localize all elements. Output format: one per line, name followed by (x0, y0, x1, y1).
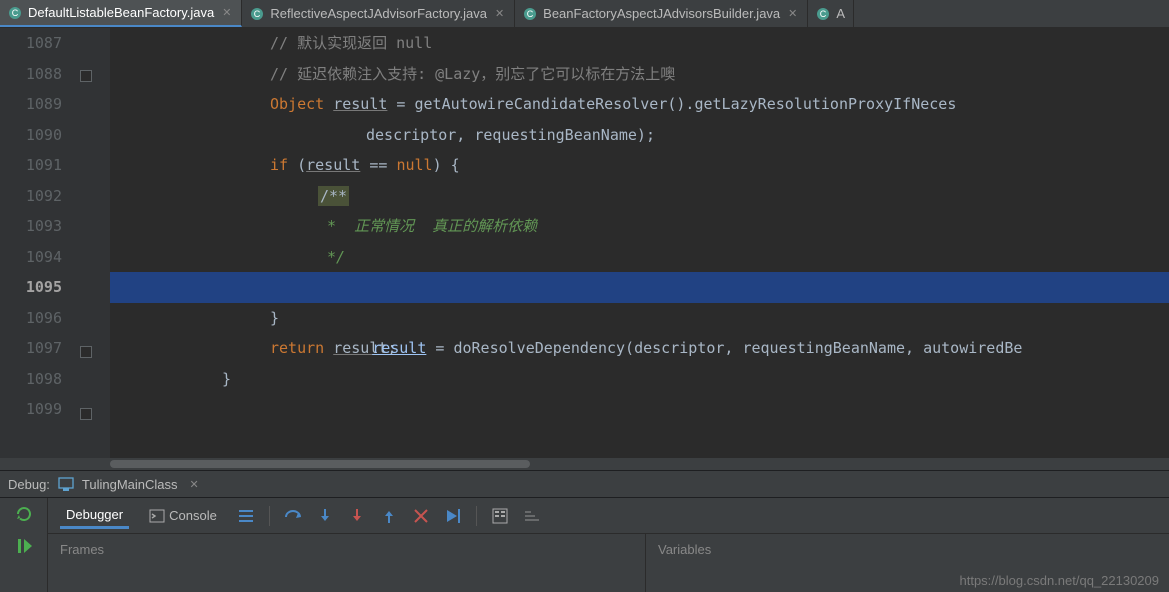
force-step-into-icon[interactable] (348, 507, 366, 525)
step-into-icon[interactable] (316, 507, 334, 525)
code-line: // 延迟依赖注入支持: @Lazy，别忘了它可以标在方法上噢 (110, 59, 1169, 90)
close-icon[interactable]: ✕ (786, 7, 799, 20)
code-line: } (110, 364, 1169, 395)
close-icon[interactable]: ✕ (493, 7, 506, 20)
svg-text:C: C (254, 9, 261, 19)
fold-marker-icon[interactable] (80, 346, 92, 358)
tab-label: BeanFactoryAspectJAdvisorsBuilder.java (543, 6, 780, 21)
file-tab-1[interactable]: C ReflectiveAspectJAdvisorFactory.java ✕ (242, 0, 515, 27)
line-number-gutter: 1087108810891090109110921093109410951096… (0, 28, 76, 458)
svg-text:C: C (820, 9, 827, 19)
evaluate-icon[interactable] (491, 507, 509, 525)
step-out-icon[interactable] (380, 507, 398, 525)
class-icon: C (250, 7, 264, 21)
debug-side-toolbar (0, 498, 48, 592)
step-over-icon[interactable] (284, 507, 302, 525)
tab-label: ReflectiveAspectJAdvisorFactory.java (270, 6, 487, 21)
variables-title: Variables (658, 542, 711, 557)
tab-label: DefaultListableBeanFactory.java (28, 5, 214, 20)
frames-title: Frames (60, 542, 104, 557)
close-icon[interactable]: ✕ (220, 6, 233, 19)
fold-marker-icon[interactable] (80, 70, 92, 82)
svg-text:C: C (527, 9, 534, 19)
file-tabs: C DefaultListableBeanFactory.java ✕ C Re… (0, 0, 1169, 28)
class-icon: C (523, 7, 537, 21)
close-icon[interactable]: ✕ (190, 478, 199, 491)
svg-text:C: C (12, 8, 19, 18)
code-line: */ (110, 242, 1169, 273)
file-tab-2[interactable]: C BeanFactoryAspectJAdvisorsBuilder.java… (515, 0, 808, 27)
code-line (110, 394, 1169, 425)
code-line: if (result == null) { (110, 150, 1169, 181)
file-tab-0[interactable]: C DefaultListableBeanFactory.java ✕ (0, 0, 242, 27)
code-line: } (110, 303, 1169, 334)
console-tab[interactable]: Console (143, 504, 223, 528)
watermark-text: https://blog.csdn.net/qq_22130209 (960, 573, 1160, 588)
fold-column (76, 28, 110, 458)
class-icon: C (816, 7, 830, 21)
scrollbar-thumb[interactable] (110, 460, 530, 468)
frames-panel[interactable]: Frames (48, 534, 646, 592)
rerun-icon[interactable] (14, 504, 34, 524)
code-area[interactable]: // 默认实现返回 null // 延迟依赖注入支持: @Lazy，别忘了它可以… (110, 28, 1169, 458)
run-config-icon (58, 476, 74, 492)
code-line: // 默认实现返回 null (110, 28, 1169, 59)
debug-toolwindow-header: Debug: TulingMainClass ✕ (0, 470, 1169, 498)
run-config-name[interactable]: TulingMainClass (82, 477, 178, 492)
tab-label: A (836, 6, 845, 21)
horizontal-scrollbar[interactable] (0, 458, 1169, 470)
debugger-tab[interactable]: Debugger (60, 503, 129, 529)
current-line: result = doResolveDependency(descriptor,… (110, 272, 1169, 303)
trace-icon[interactable] (523, 507, 541, 525)
debug-body: Debugger Console (0, 498, 1169, 592)
resume-icon[interactable] (14, 536, 34, 556)
debug-title: Debug: (8, 477, 50, 492)
file-tab-3[interactable]: C A (808, 0, 854, 27)
debugger-tabs: Debugger Console (48, 498, 1169, 534)
class-icon: C (8, 6, 22, 20)
code-line: /** (110, 181, 1169, 212)
fold-marker-icon[interactable] (80, 408, 92, 420)
code-line: * 正常情况 真正的解析依赖 (110, 211, 1169, 242)
code-line: descriptor, requestingBeanName); (110, 120, 1169, 151)
run-to-cursor-icon[interactable] (444, 507, 462, 525)
drop-frame-icon[interactable] (412, 507, 430, 525)
code-editor: 1087108810891090109110921093109410951096… (0, 28, 1169, 458)
threads-icon[interactable] (237, 507, 255, 525)
variables-panel[interactable]: Variables https://blog.csdn.net/qq_22130… (646, 534, 1169, 592)
code-line: Object result = getAutowireCandidateReso… (110, 89, 1169, 120)
